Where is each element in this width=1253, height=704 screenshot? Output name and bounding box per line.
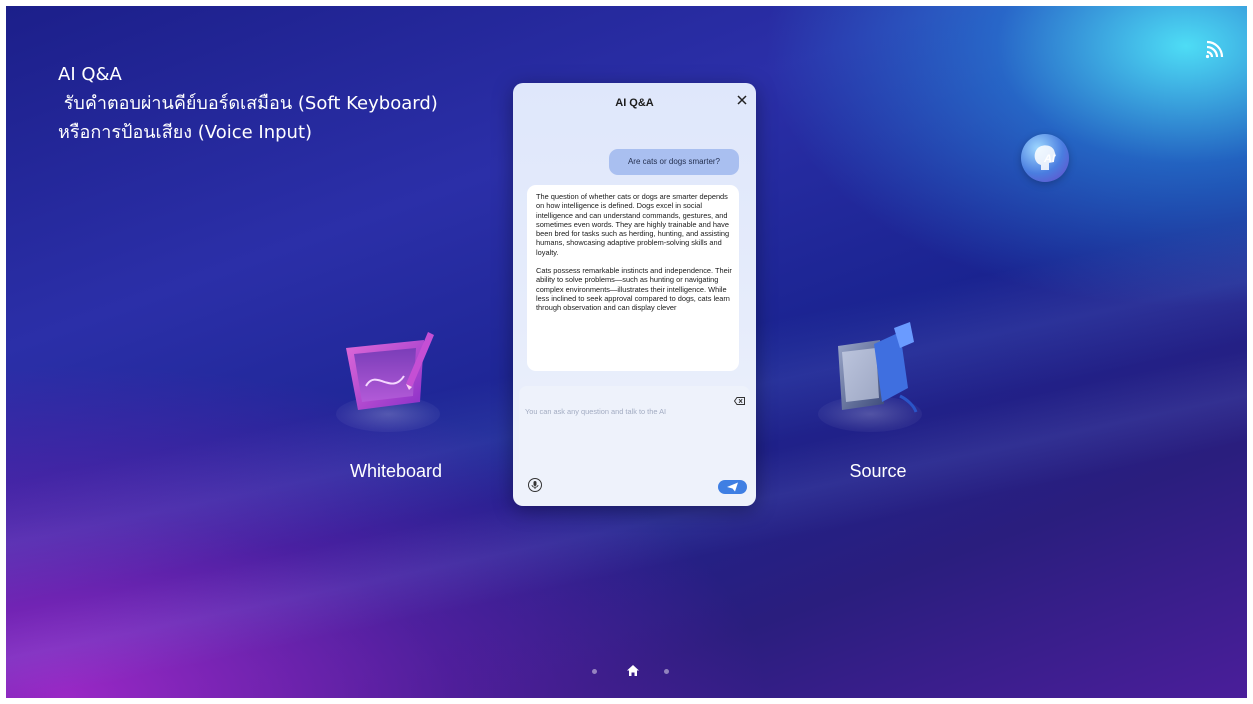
backspace-icon <box>733 397 745 405</box>
cast-icon[interactable] <box>1204 36 1228 60</box>
close-button[interactable] <box>735 94 749 108</box>
send-icon <box>727 482 738 492</box>
question-input[interactable] <box>525 404 715 418</box>
user-message-bubble: Are cats or dogs smarter? <box>609 149 739 175</box>
ai-answer-text: The question of whether cats or dogs are… <box>536 192 732 322</box>
launcher-screen: AI Q&A รับคำตอบผ่านคีย์บอร์ดเสมือน (Soft… <box>6 6 1247 698</box>
close-icon <box>737 95 747 105</box>
ai-assistant-button[interactable]: AI <box>1021 134 1069 182</box>
caption-line-2: รับคำตอบผ่านคีย์บอร์ดเสมือน (Soft Keyboa… <box>58 93 438 114</box>
question-input-area <box>519 386 750 500</box>
answer-paragraph: Cats possess remarkable instincts and in… <box>536 266 732 313</box>
clear-input-button[interactable] <box>733 392 745 405</box>
dialog-title: AI Q&A <box>615 97 654 109</box>
app-label: Whiteboard <box>349 461 443 481</box>
page-dot[interactable] <box>664 669 669 674</box>
app-label: Source <box>849 461 907 481</box>
source-input-icon <box>838 322 918 413</box>
ai-badge-label: AI <box>1044 153 1055 165</box>
home-icon[interactable] <box>626 664 640 682</box>
microphone-icon <box>531 481 539 489</box>
ai-qa-dialog: AI Q&A Are cats or dogs smarter? The que… <box>513 83 756 506</box>
voice-input-button[interactable] <box>528 478 542 492</box>
page-dot[interactable] <box>592 669 597 674</box>
caption-title: AI Q&A <box>58 64 122 85</box>
caption-line-3: หรือการป้อนเสียง (Voice Input) <box>58 122 313 143</box>
ai-answer-bubble: The question of whether cats or dogs are… <box>527 185 739 371</box>
page-indicator <box>588 664 678 678</box>
answer-paragraph: The question of whether cats or dogs are… <box>536 192 730 257</box>
send-button[interactable] <box>718 480 747 494</box>
whiteboard-icon <box>346 332 434 410</box>
feature-caption: AI Q&A รับคำตอบผ่านคีย์บอร์ดเสมือน (Soft… <box>58 60 438 147</box>
